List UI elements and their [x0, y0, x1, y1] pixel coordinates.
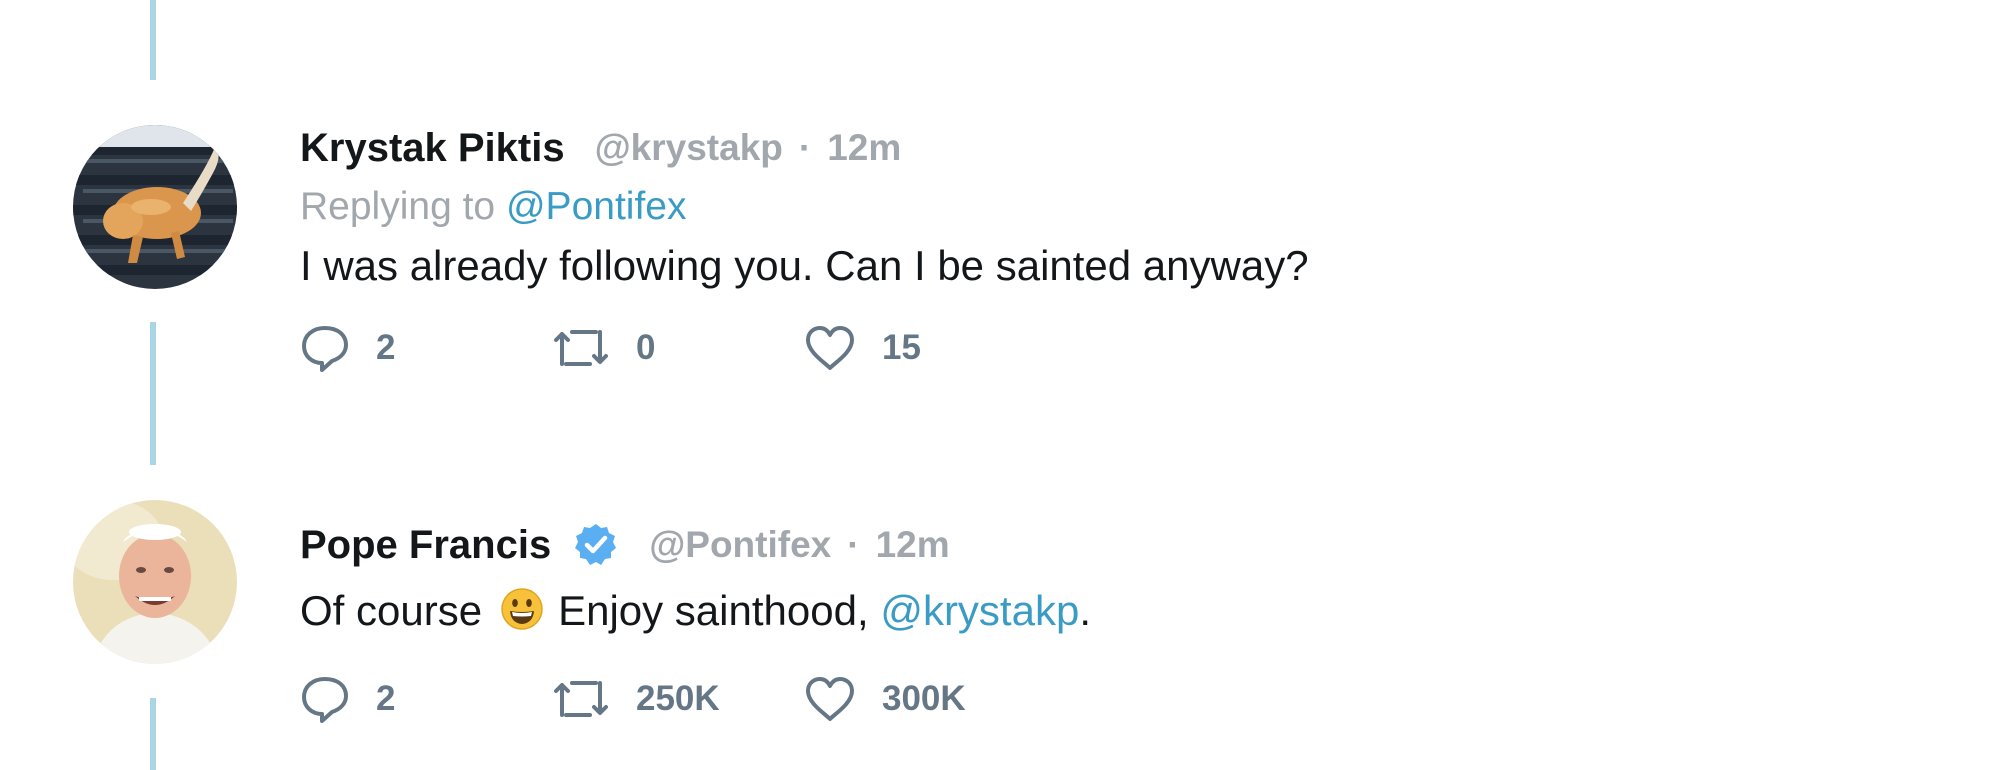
- retweet-icon: [552, 324, 610, 372]
- reply-icon: [300, 674, 350, 724]
- retweet-icon: [552, 675, 610, 723]
- reply-count: 2: [376, 328, 396, 367]
- separator-dot: ·: [798, 127, 812, 168]
- thread-line: [150, 322, 156, 465]
- heart-icon: [804, 675, 856, 723]
- tweet[interactable]: Pope Francis @Pontifex · 12m Of course En…: [300, 517, 1091, 725]
- tweet-text: I was already following you. Can I be sa…: [300, 242, 1309, 289]
- display-name[interactable]: Krystak Piktis: [300, 126, 565, 171]
- like-button[interactable]: 15: [804, 324, 921, 372]
- tweet-text-part: Of course: [300, 587, 483, 634]
- timestamp[interactable]: 12m: [876, 524, 950, 566]
- tweet-text-part: Enjoy sainthood,: [558, 587, 869, 634]
- replying-to: Replying to @Pontifex: [300, 182, 1309, 232]
- cat-avatar-image: [73, 125, 237, 289]
- tweet-actions: 2 250K 300K: [300, 673, 1091, 725]
- tweet-actions: 2 0 15: [300, 322, 1309, 374]
- tweet-header: Pope Francis @Pontifex · 12m: [300, 517, 1091, 573]
- tweet[interactable]: Krystak Piktis @krystakp · 12m Replying …: [300, 120, 1309, 374]
- retweet-count: 0: [636, 328, 656, 367]
- tweet-text-end: .: [1079, 587, 1091, 634]
- like-count: 300K: [882, 679, 966, 718]
- pope-avatar-image: [73, 500, 237, 664]
- display-name[interactable]: Pope Francis: [300, 523, 551, 568]
- avatar[interactable]: [73, 125, 237, 289]
- tweet-header: Krystak Piktis @krystakp · 12m: [300, 120, 1309, 176]
- thread-line: [150, 0, 156, 80]
- like-count: 15: [882, 328, 921, 367]
- replying-to-label: Replying to: [300, 185, 496, 228]
- timestamp[interactable]: 12m: [827, 127, 901, 169]
- user-handle[interactable]: @krystakp: [595, 127, 783, 169]
- separator-dot: ·: [847, 524, 860, 565]
- reply-icon: [300, 323, 350, 373]
- retweet-button[interactable]: 0: [552, 324, 804, 372]
- thread-line: [150, 698, 156, 770]
- user-handle[interactable]: @Pontifex: [649, 524, 831, 566]
- reply-button[interactable]: 2: [300, 323, 552, 373]
- retweet-button[interactable]: 250K: [552, 675, 804, 723]
- reply-button[interactable]: 2: [300, 674, 552, 724]
- tweet-text: Of course Enjoy sainthood, @krystakp.: [300, 583, 1091, 645]
- heart-icon: [804, 324, 856, 372]
- mention-link[interactable]: @krystakp: [880, 587, 1079, 634]
- replying-to-mention[interactable]: @Pontifex: [506, 185, 687, 228]
- grinning-face-emoji-icon: [500, 587, 544, 645]
- like-button[interactable]: 300K: [804, 675, 966, 723]
- retweet-count: 250K: [636, 679, 720, 718]
- reply-count: 2: [376, 679, 396, 718]
- verified-badge-icon: [573, 522, 619, 568]
- avatar[interactable]: [73, 500, 237, 664]
